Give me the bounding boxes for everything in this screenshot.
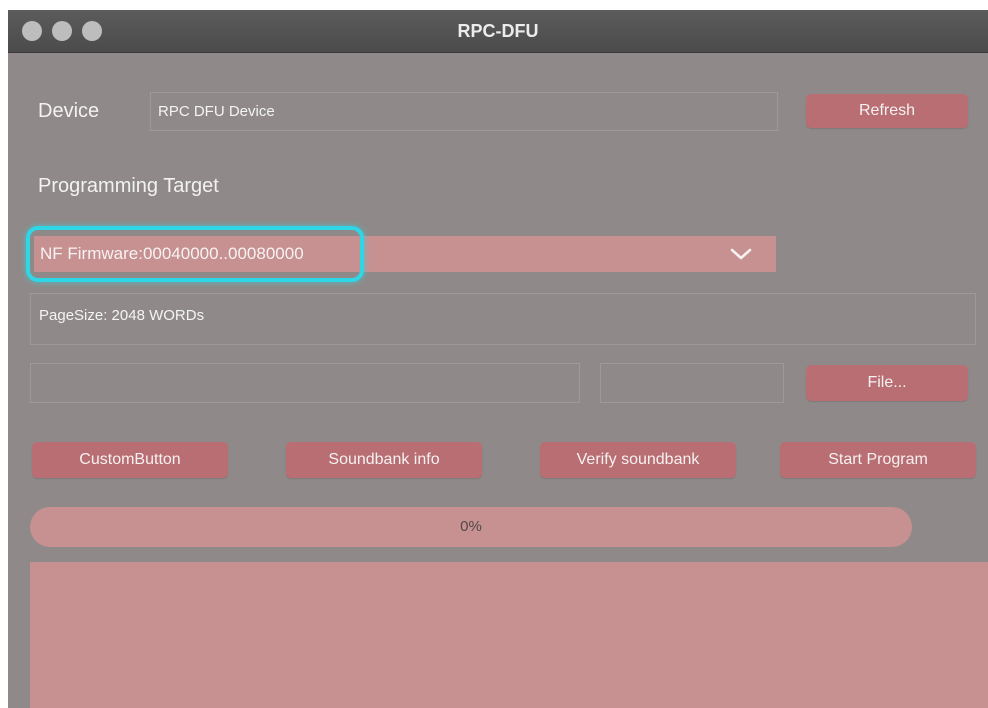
file-info-field[interactable] <box>600 363 784 403</box>
selection-highlight <box>26 226 364 282</box>
custom-button[interactable]: CustomButton <box>32 442 228 478</box>
pagesize-text: PageSize: 2048 WORDs <box>39 307 205 324</box>
progress-bar: 0% <box>30 507 912 547</box>
progress-text: 0% <box>460 518 482 535</box>
soundbank-info-button[interactable]: Soundbank info <box>286 442 482 478</box>
window-title: RPC-DFU <box>457 21 539 41</box>
file-path-field[interactable] <box>30 363 580 403</box>
verify-soundbank-button[interactable]: Verify soundbank <box>540 442 736 478</box>
device-label: Device <box>38 100 100 122</box>
start-program-button[interactable]: Start Program <box>780 442 976 478</box>
pagesize-field: PageSize: 2048 WORDs <box>30 293 976 345</box>
app-window: RPC-DFU Device RPC DFU Device Refresh Pr… <box>8 10 988 708</box>
programming-target-label: Programming Target <box>38 175 219 197</box>
device-field[interactable]: RPC DFU Device <box>150 92 778 131</box>
title-bar: RPC-DFU <box>8 10 988 53</box>
log-output-area[interactable] <box>30 562 988 708</box>
device-field-value: RPC DFU Device <box>158 103 275 120</box>
file-button[interactable]: File... <box>806 365 968 401</box>
refresh-button[interactable]: Refresh <box>806 94 968 128</box>
chevron-down-icon <box>730 247 752 266</box>
